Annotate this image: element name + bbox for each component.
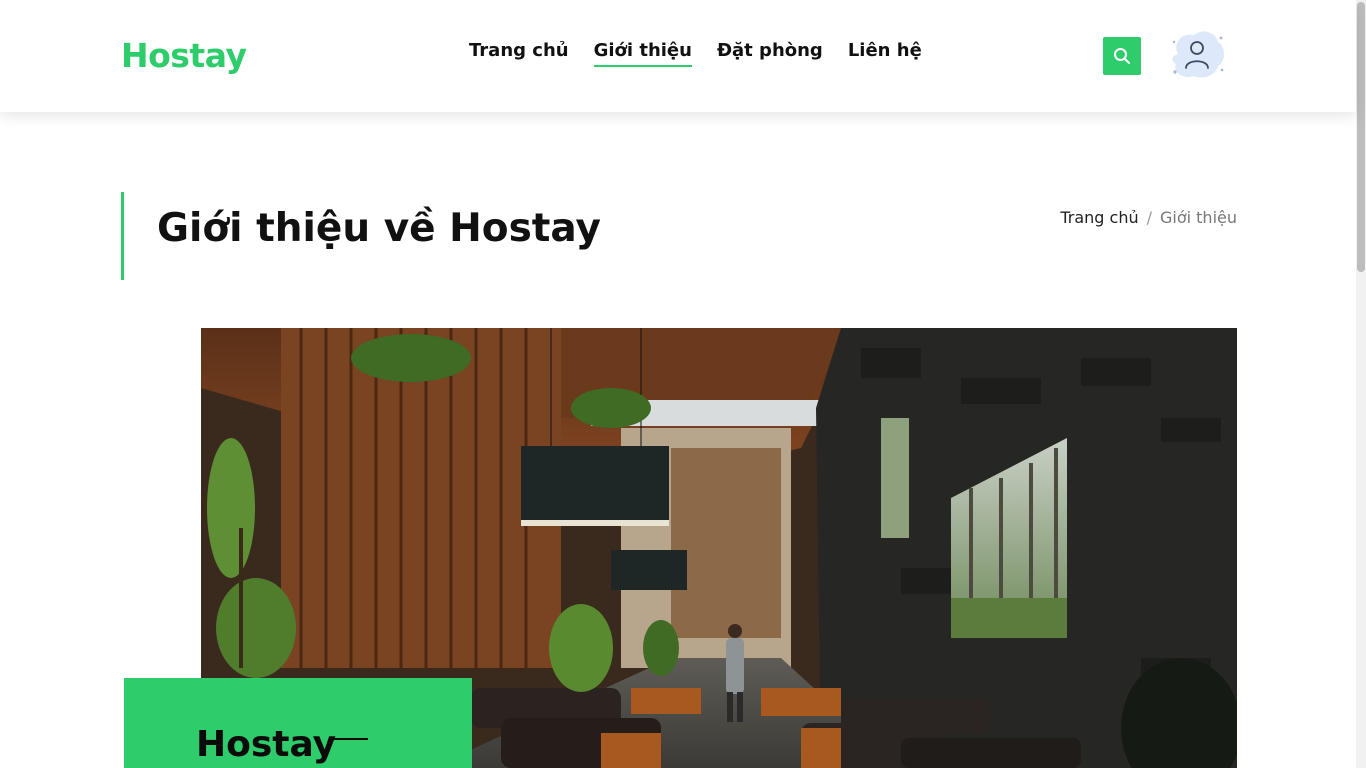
breadcrumb-home[interactable]: Trang chủ <box>1060 208 1138 227</box>
nav-item-about[interactable]: Giới thiệu <box>593 40 692 67</box>
breadcrumb-separator: / <box>1146 208 1152 227</box>
title-accent-bar <box>121 192 124 280</box>
hero-card-title: Hostay <box>196 724 337 765</box>
site-header: Hostay Trang chủ Giới thiệu Đặt phòng Li… <box>0 0 1356 112</box>
page-title: Giới thiệu về Hostay <box>157 206 601 251</box>
breadcrumb-current: Giới thiệu <box>1159 208 1237 227</box>
site-logo[interactable]: Hostay <box>121 36 247 75</box>
main-nav: Trang chủ Giới thiệu Đặt phòng Liên hệ <box>469 40 922 67</box>
nav-item-home[interactable]: Trang chủ <box>469 40 569 67</box>
nav-item-contact[interactable]: Liên hệ <box>848 40 922 67</box>
user-avatar-icon <box>1172 31 1224 78</box>
user-avatar-button[interactable] <box>1166 26 1228 84</box>
hero-card-underline <box>332 738 368 740</box>
scrollbar-thumb[interactable] <box>1357 2 1365 272</box>
hero-label-card: Hostay <box>124 678 472 768</box>
nav-item-booking[interactable]: Đặt phòng <box>717 40 823 67</box>
search-icon <box>1114 48 1130 64</box>
search-button[interactable] <box>1103 37 1141 75</box>
breadcrumb: Trang chủ / Giới thiệu <box>1060 208 1237 227</box>
